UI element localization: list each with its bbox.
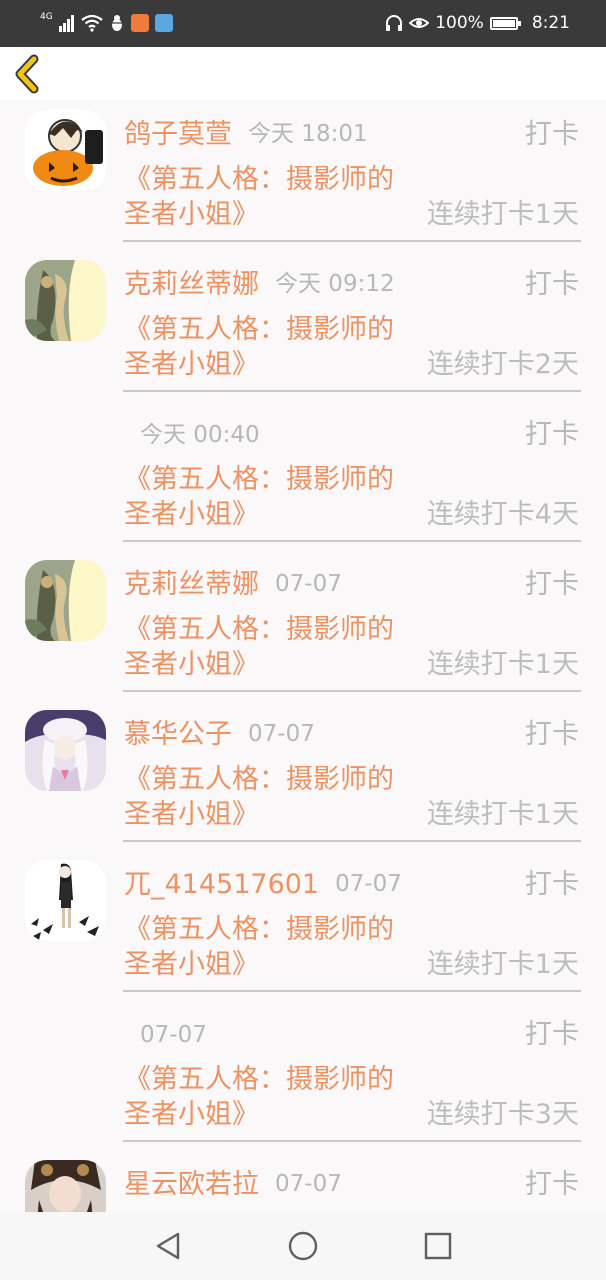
- username[interactable]: 星云欧若拉 07-07: [124, 1168, 342, 1203]
- list-item[interactable]: 今天 00:40 打卡 《第五人格：摄影师的圣者小姐》 连续打卡4天: [0, 400, 606, 550]
- username[interactable]: 慕华公子 07-07: [124, 718, 315, 753]
- checkin-label: 打卡: [525, 1169, 579, 1200]
- bug-icon: [109, 15, 124, 31]
- book-title-link[interactable]: 《第五人格：摄影师的圣者小姐》: [124, 1062, 414, 1132]
- username[interactable]: 克莉丝蒂娜 07-07: [124, 568, 342, 603]
- checkin-label: 打卡: [525, 419, 579, 450]
- timestamp: 今天 09:12: [275, 271, 395, 297]
- nav-home-button[interactable]: [287, 1230, 319, 1262]
- clock: 8:21: [531, 13, 570, 33]
- book-title-link[interactable]: 《第五人格：摄影师的圣者小姐》: [124, 462, 414, 532]
- book-title-link[interactable]: 《第五人格：摄影师的圣者小姐》: [124, 312, 414, 382]
- divider: [123, 990, 581, 992]
- username-text: 克莉丝蒂娜: [124, 269, 259, 300]
- username[interactable]: 兀_414517601 07-07: [124, 868, 402, 903]
- username-text: 星云欧若拉: [124, 1169, 259, 1200]
- timestamp: 07-07: [275, 571, 342, 597]
- status-right: 100% 8:21: [385, 10, 570, 36]
- username-text: 鸽子莫萱: [124, 119, 232, 150]
- divider: [123, 1140, 581, 1142]
- avatar[interactable]: [25, 860, 106, 941]
- checkin-label: 打卡: [525, 1019, 579, 1050]
- triangle-back-icon: [156, 1232, 180, 1260]
- streak-text: 连续打卡2天: [426, 349, 579, 380]
- list-item[interactable]: 克莉丝蒂娜 07-07 打卡 《第五人格：摄影师的圣者小姐》 连续打卡1天: [0, 550, 606, 700]
- checkin-list: 鸽子莫萱 今天 18:01 打卡 《第五人格：摄影师的圣者小姐》 连续打卡1天 克…: [0, 100, 606, 1212]
- checkin-label: 打卡: [525, 269, 579, 300]
- status-left: 4G: [40, 10, 173, 36]
- wifi-icon: [81, 14, 103, 32]
- list-item[interactable]: 07-07 打卡 《第五人格：摄影师的圣者小姐》 连续打卡3天: [0, 1000, 606, 1150]
- streak-text: 连续打卡4天: [426, 499, 579, 530]
- network-type-label: 4G: [40, 12, 53, 22]
- app-s-badge-icon: [130, 14, 149, 32]
- square-recents-icon: [424, 1232, 452, 1260]
- avatar[interactable]: [25, 1160, 106, 1212]
- timestamp: 07-07: [140, 1022, 207, 1048]
- divider: [123, 840, 581, 842]
- list-item[interactable]: 兀_414517601 07-07 打卡 《第五人格：摄影师的圣者小姐》 连续打卡…: [0, 850, 606, 1000]
- streak-text: 连续打卡1天: [426, 799, 579, 830]
- timestamp: 07-07: [248, 721, 315, 747]
- avatar[interactable]: [25, 110, 106, 191]
- book-title-link[interactable]: 《第五人格：摄影师的圣者小姐》: [124, 762, 414, 832]
- avatar[interactable]: [25, 260, 106, 341]
- eye-icon: [409, 18, 430, 28]
- username-text: 兀_414517601: [124, 869, 320, 900]
- username-text: 慕华公子: [124, 719, 232, 750]
- headphones-icon: [386, 15, 403, 31]
- checkin-label: 打卡: [525, 719, 579, 750]
- username-text: 克莉丝蒂娜: [124, 569, 259, 600]
- back-button[interactable]: [12, 53, 52, 95]
- divider: [123, 240, 581, 242]
- signal-icon: [58, 15, 74, 32]
- status-bar: 4G 100% 8:21: [0, 0, 606, 47]
- list-item[interactable]: 克莉丝蒂娜 今天 09:12 打卡 《第五人格：摄影师的圣者小姐》 连续打卡2天: [0, 250, 606, 400]
- book-title-link[interactable]: 《第五人格：摄影师的圣者小姐》: [124, 612, 414, 682]
- timestamp: 07-07: [335, 871, 402, 897]
- book-title-link[interactable]: 《第五人格：摄影师的圣者小姐》: [124, 912, 414, 982]
- username[interactable]: 克莉丝蒂娜 今天 09:12: [124, 268, 395, 303]
- nav-back-button[interactable]: [152, 1230, 184, 1262]
- checkin-label: 打卡: [525, 569, 579, 600]
- app-b-badge-icon: [154, 14, 173, 32]
- battery-icon: [489, 16, 521, 30]
- chevron-left-icon: [15, 54, 39, 94]
- book-title-link[interactable]: 《第五人格：摄影师的圣者小姐》: [124, 162, 414, 232]
- streak-text: 连续打卡1天: [426, 949, 579, 980]
- circle-home-icon: [288, 1231, 318, 1261]
- avatar[interactable]: [25, 710, 106, 791]
- list-item[interactable]: 星云欧若拉 07-07 打卡: [0, 1150, 606, 1212]
- divider: [123, 390, 581, 392]
- streak-text: 连续打卡1天: [426, 199, 579, 230]
- list-item[interactable]: 鸽子莫萱 今天 18:01 打卡 《第五人格：摄影师的圣者小姐》 连续打卡1天: [0, 100, 606, 250]
- divider: [123, 690, 581, 692]
- list-item[interactable]: 慕华公子 07-07 打卡 《第五人格：摄影师的圣者小姐》 连续打卡1天: [0, 700, 606, 850]
- battery-percent: 100%: [435, 13, 484, 33]
- streak-text: 连续打卡1天: [426, 649, 579, 680]
- timestamp: 今天 18:01: [248, 121, 368, 147]
- timestamp: 今天 00:40: [140, 422, 260, 448]
- system-nav-bar: [0, 1212, 606, 1280]
- streak-text: 连续打卡3天: [426, 1099, 579, 1130]
- avatar[interactable]: [25, 560, 106, 641]
- nav-recents-button[interactable]: [422, 1230, 454, 1262]
- header-bar: [0, 47, 606, 100]
- checkin-label: 打卡: [525, 869, 579, 900]
- divider: [123, 540, 581, 542]
- timestamp: 07-07: [275, 1171, 342, 1197]
- username[interactable]: 鸽子莫萱 今天 18:01: [124, 118, 368, 153]
- checkin-label: 打卡: [525, 119, 579, 150]
